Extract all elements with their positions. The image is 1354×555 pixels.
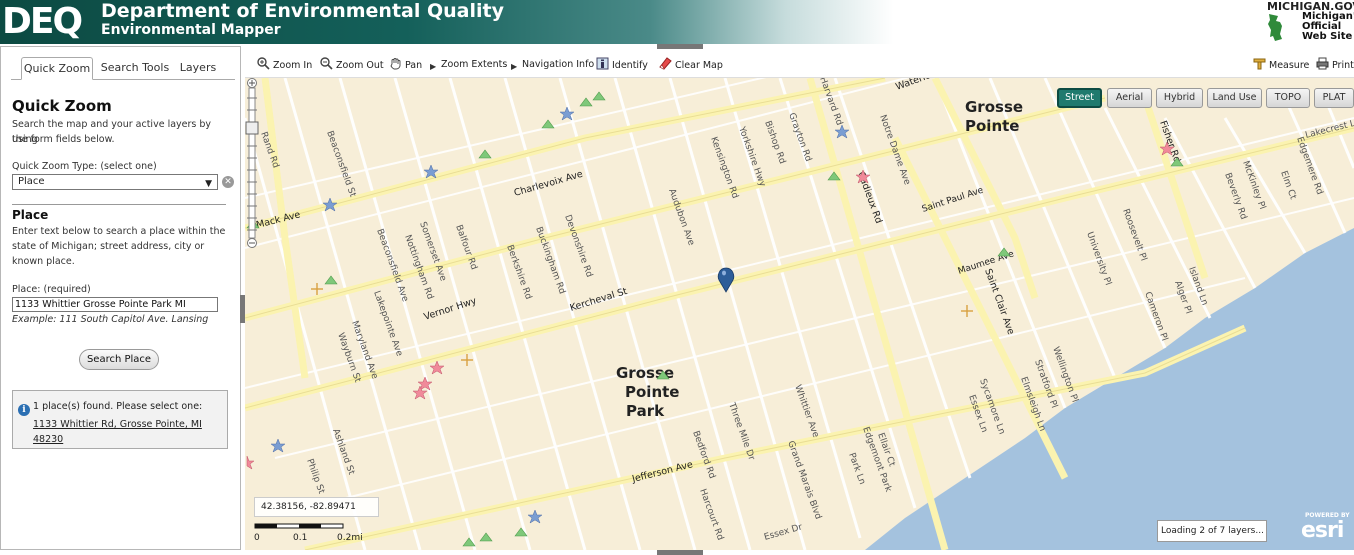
place-label: Park	[626, 402, 665, 420]
panel-title: Quick Zoom	[12, 97, 112, 115]
identify-icon	[596, 57, 609, 70]
footer-collapse-handle[interactable]	[657, 550, 703, 555]
basemap-landuse-button[interactable]: Land Use	[1207, 88, 1262, 108]
place-label: Pointe	[965, 117, 1019, 135]
svg-text:Berkshire Rd: Berkshire Rd	[504, 244, 533, 301]
app-header: DEQ Department of Environmental Quality …	[0, 0, 1354, 44]
michigan-gov-logo[interactable]: MICHIGAN.GOV Michigan's Official Web Sit…	[1262, 0, 1354, 44]
panel-tabs: Quick Zoom Search Tools Layers	[11, 57, 235, 80]
svg-text:Essex Dr: Essex Dr	[763, 522, 804, 543]
clear-map-tool[interactable]: Clear Map	[659, 57, 723, 73]
result-message: 1 place(s) found. Please select one:	[33, 401, 203, 412]
street-label: Waterloo Ave	[894, 78, 957, 93]
basemap-aerial-button[interactable]: Aerial	[1107, 88, 1152, 108]
hand-icon	[390, 58, 401, 70]
map-canvas[interactable]: Grosse Pointe Grosse Pointe Park Charlev…	[245, 78, 1354, 550]
svg-text:Bishop Rd: Bishop Rd	[762, 120, 787, 166]
svg-text:Elm Ct: Elm Ct	[1278, 170, 1298, 202]
map-toolbar: Zoom In Zoom Out Pan ▶ Zoom Extents ▶ Navi…	[245, 50, 1354, 78]
printer-icon	[1316, 57, 1329, 70]
scale-bar: 0 0.1 0.2mi	[254, 521, 384, 547]
place-help-line-3: known place.	[12, 256, 75, 267]
place-field-label: Place: (required)	[12, 284, 91, 295]
zoom-in-icon	[257, 57, 270, 70]
michigan-official-text: Michigan's Official Web Site	[1302, 11, 1354, 42]
clear-selection-icon[interactable]: ✕	[222, 176, 234, 188]
deq-logo-text: DEQ	[2, 1, 83, 42]
chevron-down-icon: ▼	[205, 179, 212, 189]
street-label: Vernor Hwy	[423, 295, 479, 322]
basemap-hybrid-button[interactable]: Hybrid	[1156, 88, 1203, 108]
search-result-box: i 1 place(s) found. Please select one: 1…	[12, 390, 228, 449]
place-section-title: Place	[12, 208, 49, 222]
print-tool[interactable]: Print	[1316, 57, 1354, 73]
app-subtitle: Environmental Mapper	[101, 22, 281, 38]
play-arrow-icon: ▶	[511, 62, 518, 71]
search-place-button[interactable]: Search Place	[79, 349, 159, 370]
zoom-out-icon	[320, 57, 333, 70]
zoom-slider[interactable]	[245, 78, 259, 248]
zoom-in-tool[interactable]: Zoom In	[257, 57, 312, 73]
quick-zoom-type-select[interactable]: Place ▼	[12, 174, 218, 190]
michigan-map-icon	[1268, 14, 1282, 41]
svg-text:Edgemere Rd: Edgemere Rd	[1294, 136, 1324, 197]
zoom-extents-tool[interactable]: ▶ Zoom Extents	[430, 57, 507, 73]
identify-tool[interactable]: Identify	[596, 57, 648, 73]
deq-logo[interactable]: DEQ	[2, 2, 96, 42]
coordinate-readout: 42.38156, -82.89471	[254, 497, 379, 517]
place-help-line-1: Enter text below to search a place withi…	[12, 226, 226, 237]
svg-text:Harcourt Rd: Harcourt Rd	[697, 488, 725, 542]
svg-text:Philip St: Philip St	[304, 458, 326, 496]
svg-text:Grayton Rd: Grayton Rd	[786, 112, 813, 163]
panel-intro-line-2: the form fields below.	[12, 134, 115, 145]
svg-text:Grand Marais Blvd: Grand Marais Blvd	[785, 440, 823, 521]
play-arrow-icon: ▶	[430, 62, 437, 71]
svg-text:Beverly Rd: Beverly Rd	[1222, 172, 1248, 221]
basemap-switcher: Street Aerial Hybrid Land Use TOPO PLAT	[1057, 88, 1354, 108]
street-label: Jefferson Ave	[630, 459, 694, 485]
svg-text:University Pl: University Pl	[1084, 231, 1113, 287]
quick-zoom-type-value: Place	[18, 176, 45, 187]
basemap-plat-button[interactable]: PLAT	[1314, 88, 1354, 108]
section-divider	[12, 204, 226, 205]
quick-zoom-panel: Quick Zoom Search Tools Layers Quick Zoo…	[0, 46, 241, 550]
info-icon: i	[18, 404, 30, 416]
street-basemap[interactable]: Grosse Pointe Grosse Pointe Park Charlev…	[245, 78, 1354, 550]
app-title: Department of Environmental Quality	[101, 0, 504, 22]
scale-label-2: 0.2mi	[337, 533, 363, 543]
navigation-info-tool[interactable]: ▶ Navigation Info	[511, 57, 594, 73]
zoom-out-tool[interactable]: Zoom Out	[320, 57, 384, 73]
place-input[interactable]: 1133 Whittier Grosse Pointe Park MI	[12, 297, 218, 312]
svg-text:Park Ln: Park Ln	[846, 452, 867, 486]
svg-text:Audubon Ave: Audubon Ave	[666, 188, 696, 248]
svg-text:Bedford Rd: Bedford Rd	[690, 430, 717, 481]
result-link[interactable]: 1133 Whittier Rd, Grosse Pointe, MI 4823…	[33, 417, 218, 447]
tab-search-tools[interactable]: Search Tools	[99, 57, 171, 80]
basemap-topo-button[interactable]: TOPO	[1266, 88, 1310, 108]
eraser-icon	[659, 57, 672, 70]
quick-zoom-type-label: Quick Zoom Type: (select one)	[12, 161, 157, 172]
tab-layers[interactable]: Layers	[173, 57, 223, 80]
place-label: Grosse	[965, 98, 1023, 116]
measure-tool[interactable]: Measure	[1253, 57, 1309, 73]
scale-label-1: 0.1	[293, 533, 308, 543]
basemap-street-button[interactable]: Street	[1057, 88, 1102, 108]
place-label: Pointe	[625, 383, 679, 401]
svg-text:Yorkshire Hwy: Yorkshire Hwy	[736, 125, 768, 189]
place-help-line-2: state of Michigan; street address, city …	[12, 241, 205, 252]
svg-text:Alger Pl: Alger Pl	[1172, 280, 1193, 316]
tab-quick-zoom[interactable]: Quick Zoom	[21, 57, 93, 80]
ruler-icon	[1253, 58, 1266, 70]
header-collapse-handle[interactable]	[657, 44, 703, 49]
loading-status: Loading 2 of 7 layers...	[1157, 520, 1267, 542]
pan-tool[interactable]: Pan	[389, 57, 422, 73]
esri-logo[interactable]: POWERED BY esri	[1299, 512, 1354, 548]
scale-label-0: 0	[254, 533, 260, 543]
street-label: Charlevoix Ave	[513, 169, 584, 199]
place-example-text: Example: 111 South Capitol Ave. Lansing	[12, 314, 209, 325]
svg-text:Beaconsfield St: Beaconsfield St	[324, 130, 357, 199]
